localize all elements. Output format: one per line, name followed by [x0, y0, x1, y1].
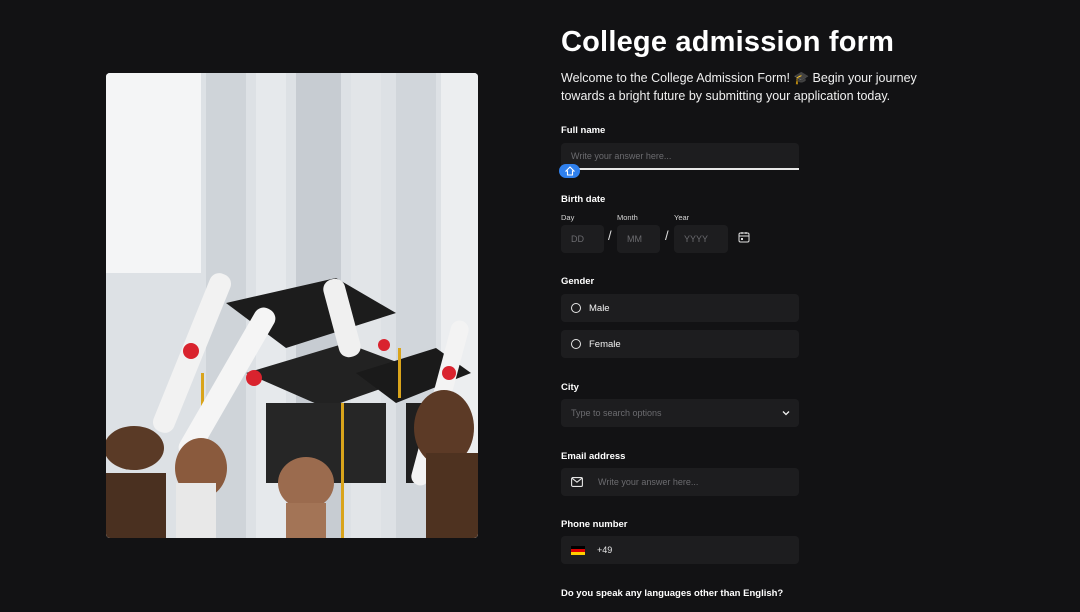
gender-option-female[interactable]: Female — [561, 330, 799, 358]
keyboard-hint-badge[interactable] — [559, 164, 580, 178]
gender-option-male[interactable]: Male — [561, 294, 799, 322]
country-code: +49 — [597, 545, 613, 555]
month-input[interactable]: MM — [617, 225, 660, 253]
year-label: Year — [674, 213, 690, 222]
mail-icon — [571, 477, 583, 487]
year-placeholder: YYYY — [684, 234, 709, 244]
city-label: City — [561, 382, 579, 393]
focus-underline — [561, 168, 799, 170]
date-separator: / — [665, 228, 669, 243]
phone-label: Phone number — [561, 519, 628, 530]
gender-option-label: Male — [589, 302, 610, 314]
hero-image — [106, 73, 478, 538]
intro-text: Welcome to the College Admission Form! 🎓… — [561, 71, 917, 103]
calendar-icon[interactable] — [738, 231, 750, 243]
email-input[interactable]: Write your answer here... — [561, 468, 799, 496]
month-label: Month — [617, 213, 638, 222]
month-placeholder: MM — [627, 234, 642, 244]
city-placeholder: Type to search options — [571, 408, 662, 418]
radio-icon — [571, 303, 581, 313]
full-name-placeholder: Write your answer here... — [571, 151, 672, 161]
phone-input[interactable]: +49 — [561, 536, 799, 564]
chevron-down-icon — [782, 411, 790, 416]
day-placeholder: DD — [571, 234, 584, 244]
page-title: College admission form — [561, 26, 895, 58]
gender-option-label: Female — [589, 338, 621, 350]
home-icon — [564, 166, 575, 176]
languages-label: Do you speak any languages other than En… — [561, 588, 784, 599]
full-name-input[interactable]: Write your answer here... — [561, 143, 799, 169]
day-input[interactable]: DD — [561, 225, 604, 253]
day-label: Day — [561, 213, 575, 222]
city-select[interactable]: Type to search options — [561, 399, 799, 427]
email-placeholder: Write your answer here... — [598, 477, 699, 487]
date-separator: / — [608, 228, 612, 243]
gender-label: Gender — [561, 276, 595, 287]
graduation-illustration — [106, 73, 478, 538]
radio-icon — [571, 339, 581, 349]
full-name-label: Full name — [561, 125, 606, 136]
email-label: Email address — [561, 451, 626, 462]
germany-flag-icon[interactable] — [571, 545, 585, 555]
year-input[interactable]: YYYY — [674, 225, 728, 253]
birth-date-label: Birth date — [561, 194, 606, 205]
